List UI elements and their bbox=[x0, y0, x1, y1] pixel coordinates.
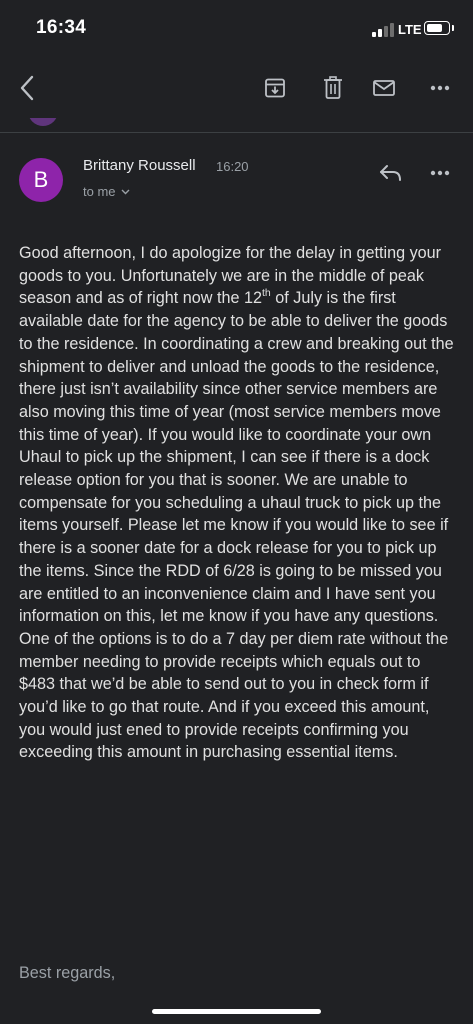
network-label: LTE bbox=[398, 22, 422, 37]
back-button[interactable] bbox=[12, 73, 42, 103]
chevron-down-icon bbox=[121, 189, 130, 194]
toolbar bbox=[0, 60, 473, 118]
mail-icon bbox=[373, 80, 395, 96]
recipient-details-toggle[interactable]: to me bbox=[83, 184, 130, 199]
message-more-button[interactable] bbox=[425, 158, 455, 188]
more-vert-icon bbox=[430, 85, 450, 91]
signal-bars-icon bbox=[372, 23, 394, 37]
previous-message-peek[interactable] bbox=[0, 118, 473, 133]
archive-button[interactable] bbox=[260, 73, 290, 103]
back-chevron-icon bbox=[20, 75, 34, 101]
trash-icon bbox=[324, 76, 342, 99]
sender-name: Brittany Roussell bbox=[83, 157, 196, 174]
message-body: Good afternoon, I do apologize for the d… bbox=[19, 242, 459, 764]
delete-button[interactable] bbox=[318, 73, 348, 103]
date-number: 12 bbox=[243, 289, 262, 308]
reply-icon bbox=[380, 165, 401, 181]
message-time: 16:20 bbox=[216, 159, 249, 174]
signoff: Best regards, bbox=[19, 964, 116, 982]
more-vert-icon bbox=[430, 170, 450, 176]
sender-avatar[interactable]: B bbox=[19, 158, 63, 202]
date-ordinal: th bbox=[262, 287, 271, 300]
more-options-button[interactable] bbox=[425, 73, 455, 103]
avatar bbox=[28, 118, 58, 126]
message-header: B Brittany Roussell 16:20 to me bbox=[0, 140, 473, 220]
archive-icon bbox=[265, 78, 285, 98]
mark-unread-button[interactable] bbox=[369, 73, 399, 103]
status-bar: 16:34 LTE bbox=[0, 0, 473, 60]
reply-button[interactable] bbox=[376, 158, 406, 188]
battery-icon bbox=[424, 21, 454, 35]
body-text-part-2: of July is the first available date for … bbox=[19, 289, 454, 762]
home-indicator[interactable] bbox=[152, 1009, 321, 1014]
recipient-label: to me bbox=[83, 184, 116, 199]
status-time: 16:34 bbox=[36, 17, 87, 38]
